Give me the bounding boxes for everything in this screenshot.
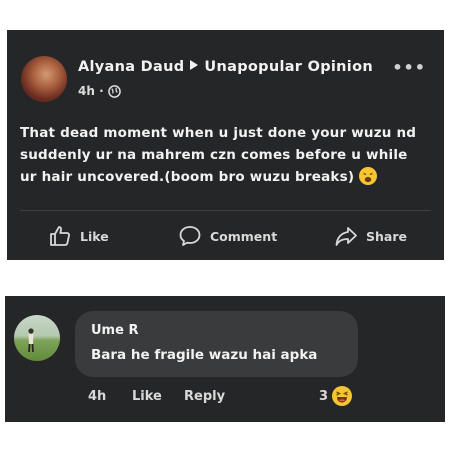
laughing-face-icon: [332, 386, 353, 406]
post-meta: 4h ·: [78, 84, 121, 98]
post-body-text: That dead moment when u just done your w…: [20, 125, 417, 185]
share-button[interactable]: Share: [334, 224, 407, 248]
post-text: That dead moment when u just done your w…: [20, 122, 428, 188]
author-name[interactable]: Alyana Daud: [78, 59, 184, 75]
group-name[interactable]: Unapopular Opinion: [204, 59, 373, 75]
share-icon: [335, 227, 357, 246]
globe-icon: [108, 85, 121, 98]
comment-reactions[interactable]: 3: [319, 386, 353, 406]
comment-reply-button[interactable]: Reply: [184, 389, 225, 404]
thumbs-up-icon: [50, 226, 70, 246]
post-time[interactable]: 4h: [78, 84, 95, 98]
person-figure-icon: [28, 328, 34, 353]
reaction-count: 3: [319, 388, 329, 404]
divider: [20, 210, 431, 211]
like-button[interactable]: Like: [48, 224, 109, 248]
post-card: Alyana Daud Unapopular Opinion 4h · ••• T…: [7, 30, 444, 260]
comment-icon: [179, 226, 201, 246]
comment-button[interactable]: Comment: [178, 224, 277, 248]
commenter-avatar[interactable]: [14, 315, 60, 361]
comment-label: Comment: [210, 228, 278, 244]
weary-face-icon: [359, 167, 378, 185]
like-label: Like: [80, 228, 109, 244]
comment-time[interactable]: 4h: [88, 389, 106, 404]
arrow-right-icon: [190, 60, 199, 70]
author-avatar[interactable]: [21, 56, 67, 102]
post-header: Alyana Daud Unapopular Opinion: [78, 59, 373, 75]
comment-text: Bara he fragile wazu hai apka: [91, 347, 318, 363]
comment-card: Ume R Bara he fragile wazu hai apka 4h L…: [5, 296, 445, 422]
comment-like-button[interactable]: Like: [132, 389, 162, 404]
comment-bubble[interactable]: Ume R Bara he fragile wazu hai apka: [75, 311, 358, 377]
share-label: Share: [366, 228, 407, 244]
more-options-button[interactable]: •••: [392, 58, 426, 77]
commenter-name[interactable]: Ume R: [91, 323, 138, 338]
